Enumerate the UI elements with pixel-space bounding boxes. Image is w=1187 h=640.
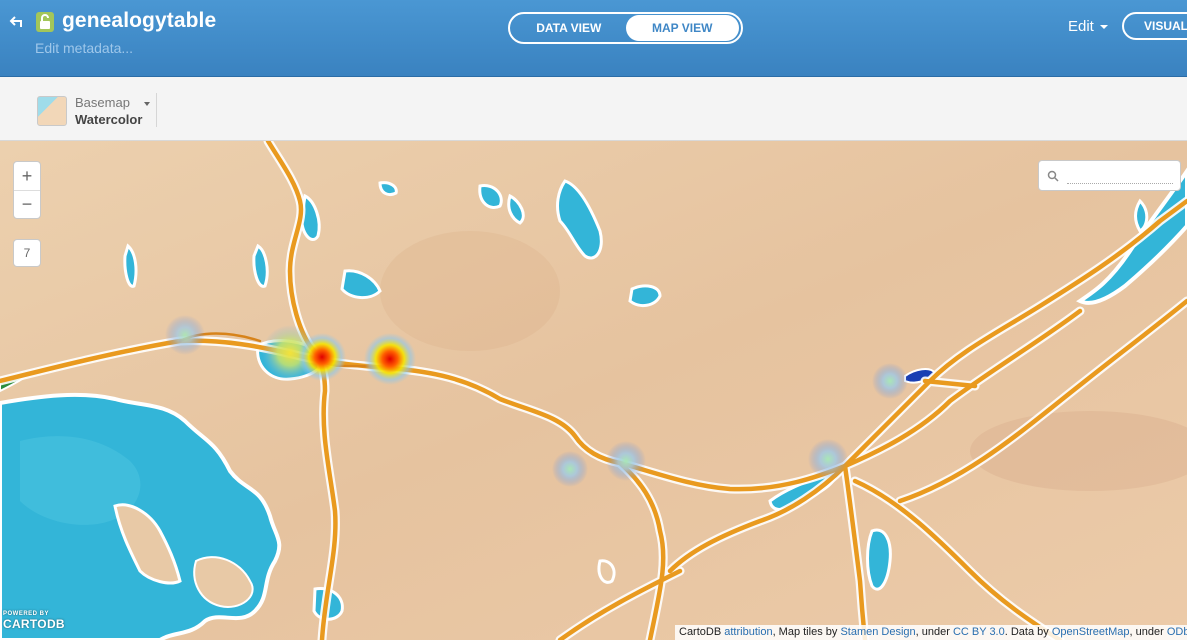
tab-map-view[interactable]: Map View [625,15,739,41]
logo-cartodb: CARTODB [3,617,65,631]
top-header: genealogytable Edit metadata... Data Vie… [0,0,1187,77]
toolbar-divider [156,93,157,127]
view-toggle: Data View Map View [508,12,743,44]
zoom-in-button[interactable]: + [14,162,40,190]
table-title[interactable]: genealogytable [62,9,216,33]
edit-menu[interactable]: Edit [1068,18,1108,35]
map-attribution: CartoDB attribution, Map tiles by Stamen… [675,625,1187,640]
chevron-down-icon [1099,24,1108,29]
attribution-text: . Data by [1004,626,1049,638]
zoom-control: + − [13,161,41,219]
visualize-button[interactable]: VISUALIZE [1122,12,1187,40]
attribution-text: , Map tiles by [772,626,838,638]
attribution-link[interactable]: attribution [724,626,772,638]
map-toolbar: Basemap Watercolor [0,77,1187,141]
map-search-input[interactable] [1067,168,1173,184]
odbl-link[interactable]: ODbL [1167,626,1187,638]
openstreetmap-link[interactable]: OpenStreetMap [1052,626,1130,638]
basemap-dropdown-icon[interactable] [144,102,150,106]
edit-menu-label: Edit [1068,18,1094,35]
basemap-thumbnail[interactable] [37,96,67,126]
back-arrow-icon[interactable] [9,12,27,30]
watercolor-basemap [0,141,1187,640]
zoom-out-button[interactable]: − [14,190,40,218]
stamen-design-link[interactable]: Stamen Design [840,626,915,638]
basemap-label[interactable]: Basemap [75,95,130,110]
tab-data-view[interactable]: Data View [512,15,626,41]
cc-by-link[interactable]: CC BY 3.0 [953,626,1005,638]
attribution-text: , under [915,626,950,638]
attribution-text: CartoDB [679,626,722,638]
map-search-box[interactable] [1038,160,1181,191]
edit-metadata-link[interactable]: Edit metadata... [35,40,133,56]
cartodb-logo[interactable]: POWERED BY CARTODB [3,611,65,631]
zoom-level-indicator: 7 [13,239,41,267]
search-icon [1047,170,1059,182]
basemap-value[interactable]: Watercolor [75,112,142,127]
attribution-text: , under [1129,626,1164,638]
map-canvas[interactable]: + − 7 POWERED BY CARTODB CartoDB attribu… [0,141,1187,640]
unlock-icon[interactable] [36,12,54,32]
